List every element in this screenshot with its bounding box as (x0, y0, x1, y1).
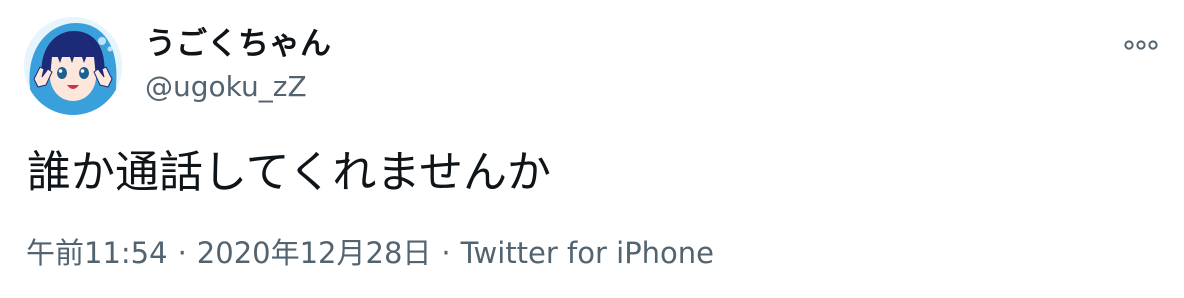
tweet-date[interactable]: 2020年12月28日 (197, 235, 432, 271)
more-options-button[interactable] (1118, 28, 1164, 62)
tweet-metadata: 午前11:54 · 2020年12月28日 · Twitter for iPho… (26, 235, 714, 271)
meta-separator: · (441, 236, 451, 270)
tweet-time[interactable]: 午前11:54 (26, 235, 168, 271)
user-display-name[interactable]: うごくちゃん (145, 24, 331, 64)
user-handle[interactable]: @ugoku_zZ (145, 70, 307, 104)
avatar-illustration (24, 17, 122, 115)
more-horizontal-icon (1124, 40, 1158, 50)
tweet-source[interactable]: Twitter for iPhone (461, 235, 714, 271)
tweet-text: 誰か通話してくれませんか (27, 147, 552, 198)
tweet-card: うごくちゃん @ugoku_zZ 誰か通話してくれませんか 午前11:54 · … (0, 0, 1184, 298)
meta-separator: · (177, 236, 187, 270)
user-avatar[interactable] (24, 17, 122, 115)
